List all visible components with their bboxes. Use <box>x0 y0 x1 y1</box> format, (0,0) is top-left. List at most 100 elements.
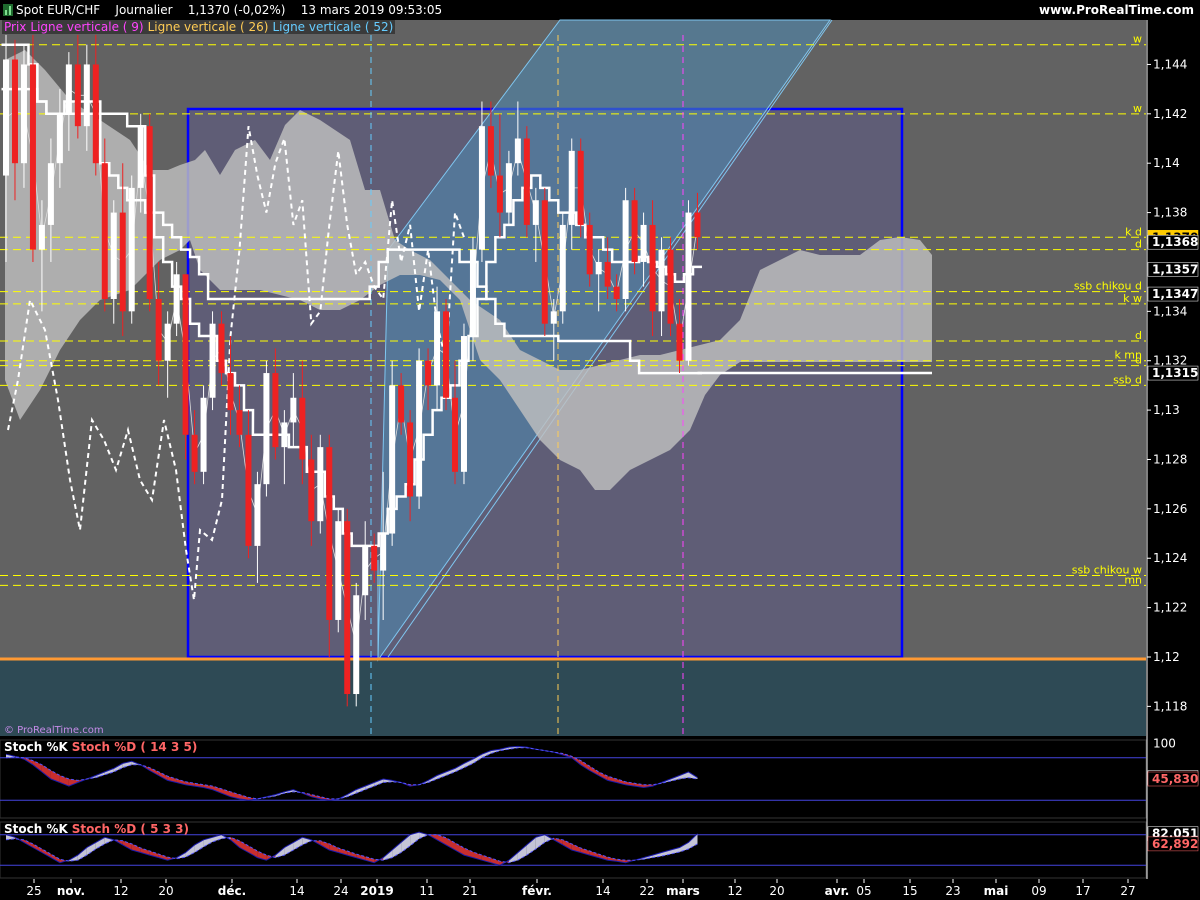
stoch-2-d-label[interactable]: Stoch %D ( 5 3 3) <box>70 822 191 836</box>
candle-body-52[interactable] <box>469 249 476 337</box>
candle-body-72[interactable] <box>649 224 656 312</box>
candle-body-62[interactable] <box>559 224 566 312</box>
candle-body-38[interactable] <box>344 521 351 695</box>
candle-body-12[interactable] <box>110 212 117 299</box>
xtick-label-14: 12 <box>727 884 742 898</box>
ytick-label-11: 1,12 <box>1153 650 1180 664</box>
level-label-6: d <box>1135 329 1142 342</box>
candle-body-76[interactable] <box>685 212 692 361</box>
level-label-11: mn <box>1124 573 1142 586</box>
candle-body-7[interactable] <box>65 64 72 114</box>
candle-body-35[interactable] <box>317 447 324 522</box>
candle-body-70[interactable] <box>631 200 638 262</box>
candle-body-44[interactable] <box>398 385 405 423</box>
candle-body-60[interactable] <box>541 200 548 324</box>
candle-body-10[interactable] <box>92 64 99 164</box>
candle-body-29[interactable] <box>263 373 270 485</box>
candle-body-39[interactable] <box>353 595 360 695</box>
candle-body-43[interactable] <box>389 385 396 534</box>
candle-body-0[interactable] <box>3 59 9 176</box>
candle-body-45[interactable] <box>407 422 414 497</box>
candle-body-31[interactable] <box>281 422 288 448</box>
candle-body-17[interactable] <box>155 298 162 361</box>
candle-body-22[interactable] <box>200 397 207 472</box>
candle-body-36[interactable] <box>326 447 333 620</box>
ytick-label-10: 1,122 <box>1153 601 1187 615</box>
stoch-1-k-label[interactable]: Stoch %K <box>2 740 70 754</box>
candle-body-26[interactable] <box>236 410 243 435</box>
candle-body-55[interactable] <box>496 175 503 213</box>
candle-body-66[interactable] <box>595 261 602 275</box>
candle-body-20[interactable] <box>182 274 189 435</box>
candle-body-64[interactable] <box>577 150 584 225</box>
price-tag-1: 1,1368 <box>1152 235 1198 249</box>
candle-body-32[interactable] <box>290 397 297 423</box>
candle-body-6[interactable] <box>56 113 63 164</box>
candle-body-8[interactable] <box>74 64 81 127</box>
candle-body-33[interactable] <box>299 397 306 460</box>
candle-body-49[interactable] <box>443 311 450 398</box>
candle-body-56[interactable] <box>505 163 512 213</box>
ytick-label-2: 1,14 <box>1153 156 1180 170</box>
stoch-1-d-label[interactable]: Stoch %D ( 14 3 5) <box>70 740 200 754</box>
candle-body-75[interactable] <box>676 323 683 361</box>
candle-body-65[interactable] <box>586 224 593 275</box>
candle-body-28[interactable] <box>254 484 261 546</box>
stoch-2-k-label[interactable]: Stoch %K <box>2 822 70 836</box>
legend-item-prix[interactable]: Prix <box>2 20 29 34</box>
candle-body-2[interactable] <box>20 64 27 164</box>
candle-body-30[interactable] <box>272 373 279 448</box>
candle-body-61[interactable] <box>550 311 557 324</box>
xtick-label-8: 11 <box>419 884 434 898</box>
candle-body-1[interactable] <box>11 59 18 164</box>
candle-body-63[interactable] <box>568 150 575 225</box>
candle-body-25[interactable] <box>227 373 234 411</box>
candle-body-54[interactable] <box>487 126 494 176</box>
xtick-label-22: 17 <box>1075 884 1090 898</box>
candle-body-68[interactable] <box>613 286 620 299</box>
candle-body-5[interactable] <box>47 163 54 225</box>
candle-body-23[interactable] <box>209 323 216 398</box>
candle-body-21[interactable] <box>191 434 198 472</box>
candle-body-40[interactable] <box>362 545 369 596</box>
candle-body-13[interactable] <box>119 212 126 312</box>
ytick-label-4: 1,134 <box>1153 304 1187 318</box>
candle-body-71[interactable] <box>640 224 647 262</box>
candle-body-14[interactable] <box>128 187 135 312</box>
candle-body-11[interactable] <box>101 163 108 299</box>
candle-body-53[interactable] <box>478 126 485 250</box>
candle-body-47[interactable] <box>425 360 432 386</box>
legend-item-vline-9[interactable]: Ligne verticale ( 9) <box>28 20 146 34</box>
candle-body-50[interactable] <box>452 397 458 472</box>
level-label-4: ssb chikou d <box>1074 280 1142 293</box>
candle-body-69[interactable] <box>622 200 629 299</box>
legend-item-vline-52[interactable]: Ligne verticale ( 52) <box>270 20 396 34</box>
candle-body-3[interactable] <box>29 64 36 250</box>
candle-body-19[interactable] <box>173 274 180 324</box>
candle-body-27[interactable] <box>245 434 252 546</box>
candle-body-77[interactable] <box>694 212 701 238</box>
candle-body-15[interactable] <box>137 126 144 188</box>
candle-body-46[interactable] <box>416 360 423 497</box>
candle-body-73[interactable] <box>658 249 665 312</box>
chart-canvas[interactable]: wwk ddssb chikou dk wdk mndssb dssb chik… <box>0 0 1200 900</box>
candle-body-51[interactable] <box>460 336 467 472</box>
candle-body-42[interactable] <box>380 533 387 571</box>
candle-body-41[interactable] <box>371 545 378 571</box>
candle-body-16[interactable] <box>146 126 153 299</box>
candle-body-48[interactable] <box>434 311 441 386</box>
candle-body-57[interactable] <box>514 138 521 164</box>
level-label-2: k d <box>1125 225 1142 238</box>
candle-body-4[interactable] <box>38 224 45 250</box>
candle-body-67[interactable] <box>604 261 611 287</box>
candle-body-59[interactable] <box>532 200 539 225</box>
candle-body-58[interactable] <box>523 138 530 225</box>
candle-body-9[interactable] <box>83 64 90 127</box>
candle-body-74[interactable] <box>667 249 674 324</box>
candle-body-37[interactable] <box>335 521 342 620</box>
candle-body-18[interactable] <box>164 323 171 361</box>
level-label-1: w <box>1133 102 1142 115</box>
candle-body-24[interactable] <box>218 323 225 374</box>
legend-item-vline-26[interactable]: Ligne verticale ( 26) <box>145 20 271 34</box>
candle-body-34[interactable] <box>308 459 315 522</box>
